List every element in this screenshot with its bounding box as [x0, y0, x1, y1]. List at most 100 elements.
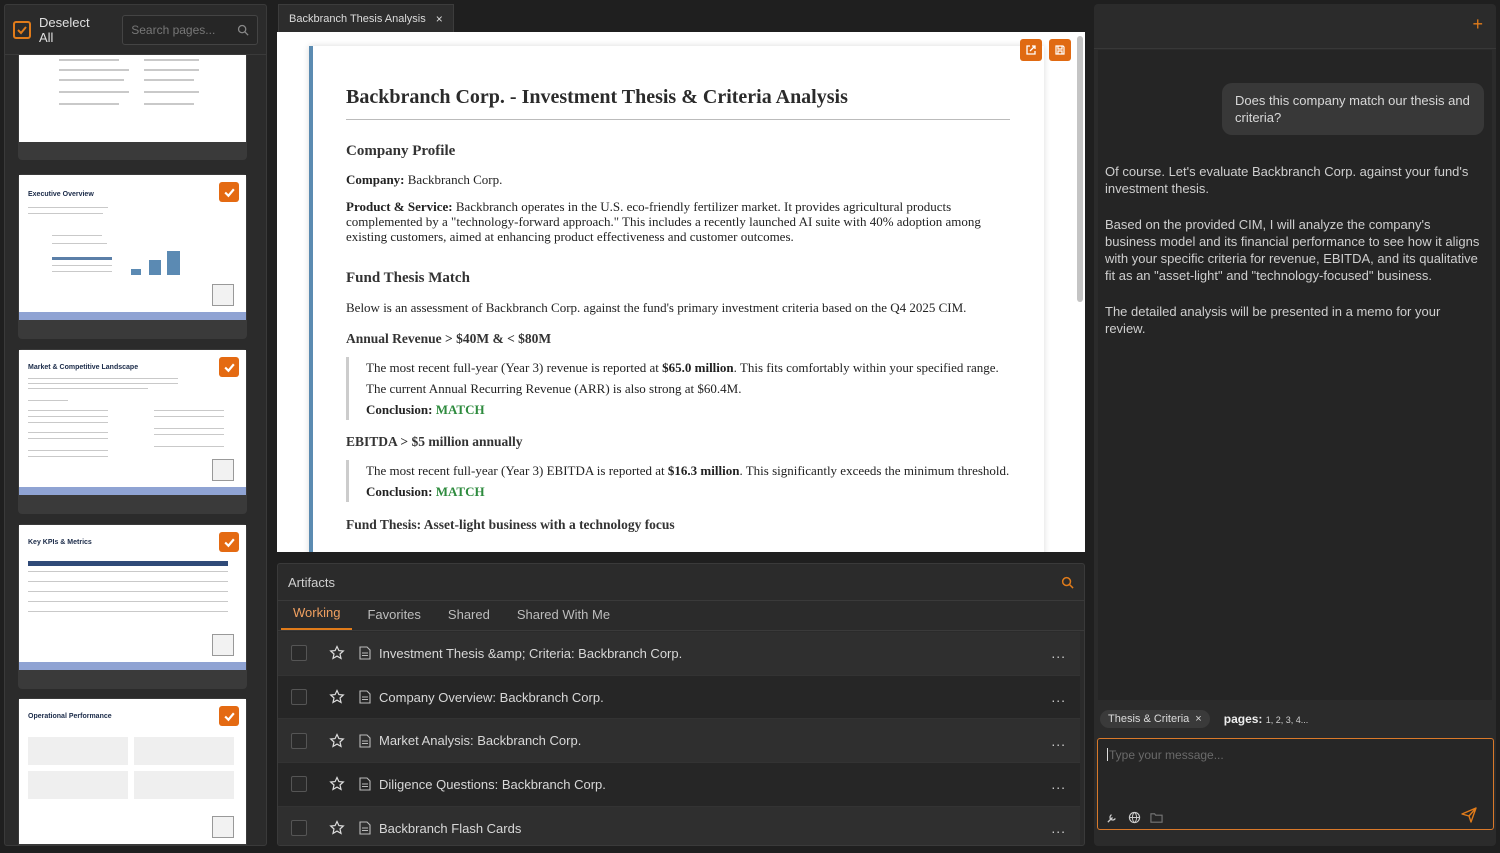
search-pages-input[interactable]: Search pages...: [122, 14, 258, 45]
artifacts-tabs: Working Favorites Shared Shared With Me: [278, 601, 1084, 631]
page-selector-panel: Deselect All Search pages... Executive O…: [4, 4, 267, 846]
artifact-checkbox[interactable]: [291, 689, 307, 706]
more-options-icon[interactable]: ...: [1051, 645, 1066, 661]
artifact-title: Market Analysis: Backbranch Corp.: [379, 733, 582, 749]
artifact-title: Company Overview: Backbranch Corp.: [379, 689, 604, 705]
more-options-icon[interactable]: ...: [1051, 689, 1066, 705]
star-icon[interactable]: [329, 820, 345, 836]
thumbnail-title: Key KPIs & Metrics: [28, 539, 92, 546]
tab-thesis-analysis[interactable]: Backbranch Thesis Analysis ×: [278, 4, 454, 32]
company-logo: [212, 816, 234, 838]
assistant-paragraph: The detailed analysis will be presented …: [1105, 304, 1441, 336]
artifact-row[interactable]: Backbranch Flash Cards ...: [278, 806, 1080, 845]
assistant-paragraph: Based on the provided CIM, I will analyz…: [1105, 217, 1480, 283]
star-icon[interactable]: [329, 776, 345, 792]
deselect-all-label[interactable]: Deselect All: [39, 15, 106, 45]
thumbnail-checkbox[interactable]: [219, 182, 239, 202]
app-root: Deselect All Search pages... Executive O…: [0, 0, 1500, 853]
assistant-message: Of course. Let's evaluate Backbranch Cor…: [1105, 163, 1481, 356]
input-tools: [1106, 811, 1163, 824]
more-options-icon[interactable]: ...: [1051, 776, 1066, 792]
page-thumbnail[interactable]: Key KPIs & Metrics: [18, 524, 247, 689]
search-icon[interactable]: [1061, 576, 1074, 589]
close-icon[interactable]: ×: [436, 12, 443, 26]
star-icon[interactable]: [329, 732, 345, 749]
criterion-figure: $65.0 million: [662, 360, 734, 375]
check-icon: [223, 363, 235, 372]
tools-icon[interactable]: [1106, 811, 1119, 824]
artifact-checkbox[interactable]: [291, 820, 307, 837]
artifact-row[interactable]: Diligence Questions: Backbranch Corp. ..…: [278, 763, 1080, 807]
send-icon[interactable]: [1461, 807, 1477, 823]
artifact-title: Diligence Questions: Backbranch Corp.: [379, 776, 606, 792]
thumbnail-checkbox[interactable]: [219, 706, 239, 726]
chat-header: +: [1094, 4, 1496, 49]
page-thumbnail-list: Executive Overview Market & Competitive …: [5, 55, 266, 845]
artifacts-panel: Artifacts Working Favorites Shared Share…: [277, 563, 1085, 846]
criterion-figure: $16.3 million: [667, 463, 740, 478]
placeholder-text: Type your message...: [1109, 748, 1224, 762]
document-scrollbar[interactable]: [1077, 36, 1083, 302]
product-paragraph: Product & Service: Backbranch operates i…: [346, 199, 1010, 244]
close-icon[interactable]: ×: [1195, 713, 1201, 725]
thumbnail-page: Market & Competitive Landscape: [19, 350, 246, 495]
conclusion-label: Conclusion:: [366, 402, 433, 417]
save-button[interactable]: [1049, 39, 1071, 61]
page-thumbnail[interactable]: Operational Performance: [18, 698, 247, 845]
pages-value: 1, 2, 3, 4...: [1265, 715, 1309, 725]
tab-shared-with-me[interactable]: Shared With Me: [505, 607, 622, 630]
star-icon[interactable]: [329, 645, 345, 661]
company-logo: [212, 634, 234, 656]
check-icon: [223, 712, 235, 721]
thumbnail-title: Operational Performance: [28, 713, 112, 720]
document-page: Backbranch Corp. - Investment Thesis & C…: [309, 46, 1044, 552]
star-icon[interactable]: [329, 689, 345, 705]
conclusion-value: MATCH: [435, 402, 485, 417]
artifact-title: Backbranch Flash Cards: [379, 820, 522, 836]
section-heading-company-profile: Company Profile: [346, 143, 456, 159]
page-thumbnail[interactable]: Executive Overview: [18, 174, 247, 339]
search-pages-placeholder: Search pages...: [131, 22, 216, 37]
context-chip[interactable]: Thesis & Criteria ×: [1100, 710, 1210, 728]
more-options-icon[interactable]: ...: [1051, 733, 1066, 749]
pages-label: pages:: [1223, 712, 1263, 726]
new-chat-button[interactable]: +: [1472, 14, 1483, 35]
message-input[interactable]: Type your message...: [1097, 738, 1494, 830]
context-chip-label: Thesis & Criteria: [1108, 713, 1190, 725]
search-icon: [237, 24, 249, 36]
assistant-paragraph: Of course. Let's evaluate Backbranch Cor…: [1105, 164, 1469, 196]
save-icon: [1055, 45, 1065, 55]
artifact-checkbox[interactable]: [291, 645, 307, 662]
more-options-icon[interactable]: ...: [1051, 820, 1066, 836]
document-icon: [359, 777, 371, 791]
globe-icon[interactable]: [1128, 811, 1141, 824]
document-icon: [359, 734, 371, 748]
thumbnail-checkbox[interactable]: [219, 357, 239, 377]
tab-working[interactable]: Working: [281, 605, 353, 630]
artifact-row[interactable]: Investment Thesis &amp; Criteria: Backbr…: [278, 632, 1080, 676]
chat-panel: + Does this company match our thesis and…: [1094, 4, 1496, 846]
artifact-row[interactable]: Company Overview: Backbranch Corp. ...: [278, 675, 1080, 720]
message-input-placeholder: Type your message...: [1107, 748, 1224, 762]
open-external-button[interactable]: [1020, 39, 1042, 61]
artifact-title: Investment Thesis &amp; Criteria: Backbr…: [379, 645, 683, 661]
artifact-row[interactable]: Market Analysis: Backbranch Corp. ...: [278, 719, 1080, 764]
tab-favorites[interactable]: Favorites: [355, 607, 432, 630]
pages-context: pages: 1, 2, 3, 4...: [1224, 712, 1309, 726]
tab-shared[interactable]: Shared: [436, 607, 502, 630]
page-thumbnail[interactable]: [18, 55, 247, 160]
external-link-icon: [1026, 45, 1036, 55]
thumbnail-checkbox[interactable]: [219, 532, 239, 552]
document-icon: [359, 690, 371, 704]
tab-label: Backbranch Thesis Analysis: [289, 12, 426, 25]
product-label: Product & Service:: [346, 199, 453, 214]
artifact-checkbox[interactable]: [291, 776, 307, 793]
criterion-block-ebitda: The most recent full-year (Year 3) EBITD…: [346, 460, 1010, 502]
chat-messages: Does this company match our thesis and c…: [1098, 50, 1492, 700]
context-bar: Thesis & Criteria × pages: 1, 2, 3, 4...: [1100, 710, 1308, 728]
deselect-all-checkbox[interactable]: [13, 20, 31, 39]
document-title: Backbranch Corp. - Investment Thesis & C…: [346, 86, 1010, 120]
page-thumbnail[interactable]: Market & Competitive Landscape: [18, 349, 247, 514]
artifact-checkbox[interactable]: [291, 732, 307, 749]
folder-icon[interactable]: [1150, 811, 1163, 824]
